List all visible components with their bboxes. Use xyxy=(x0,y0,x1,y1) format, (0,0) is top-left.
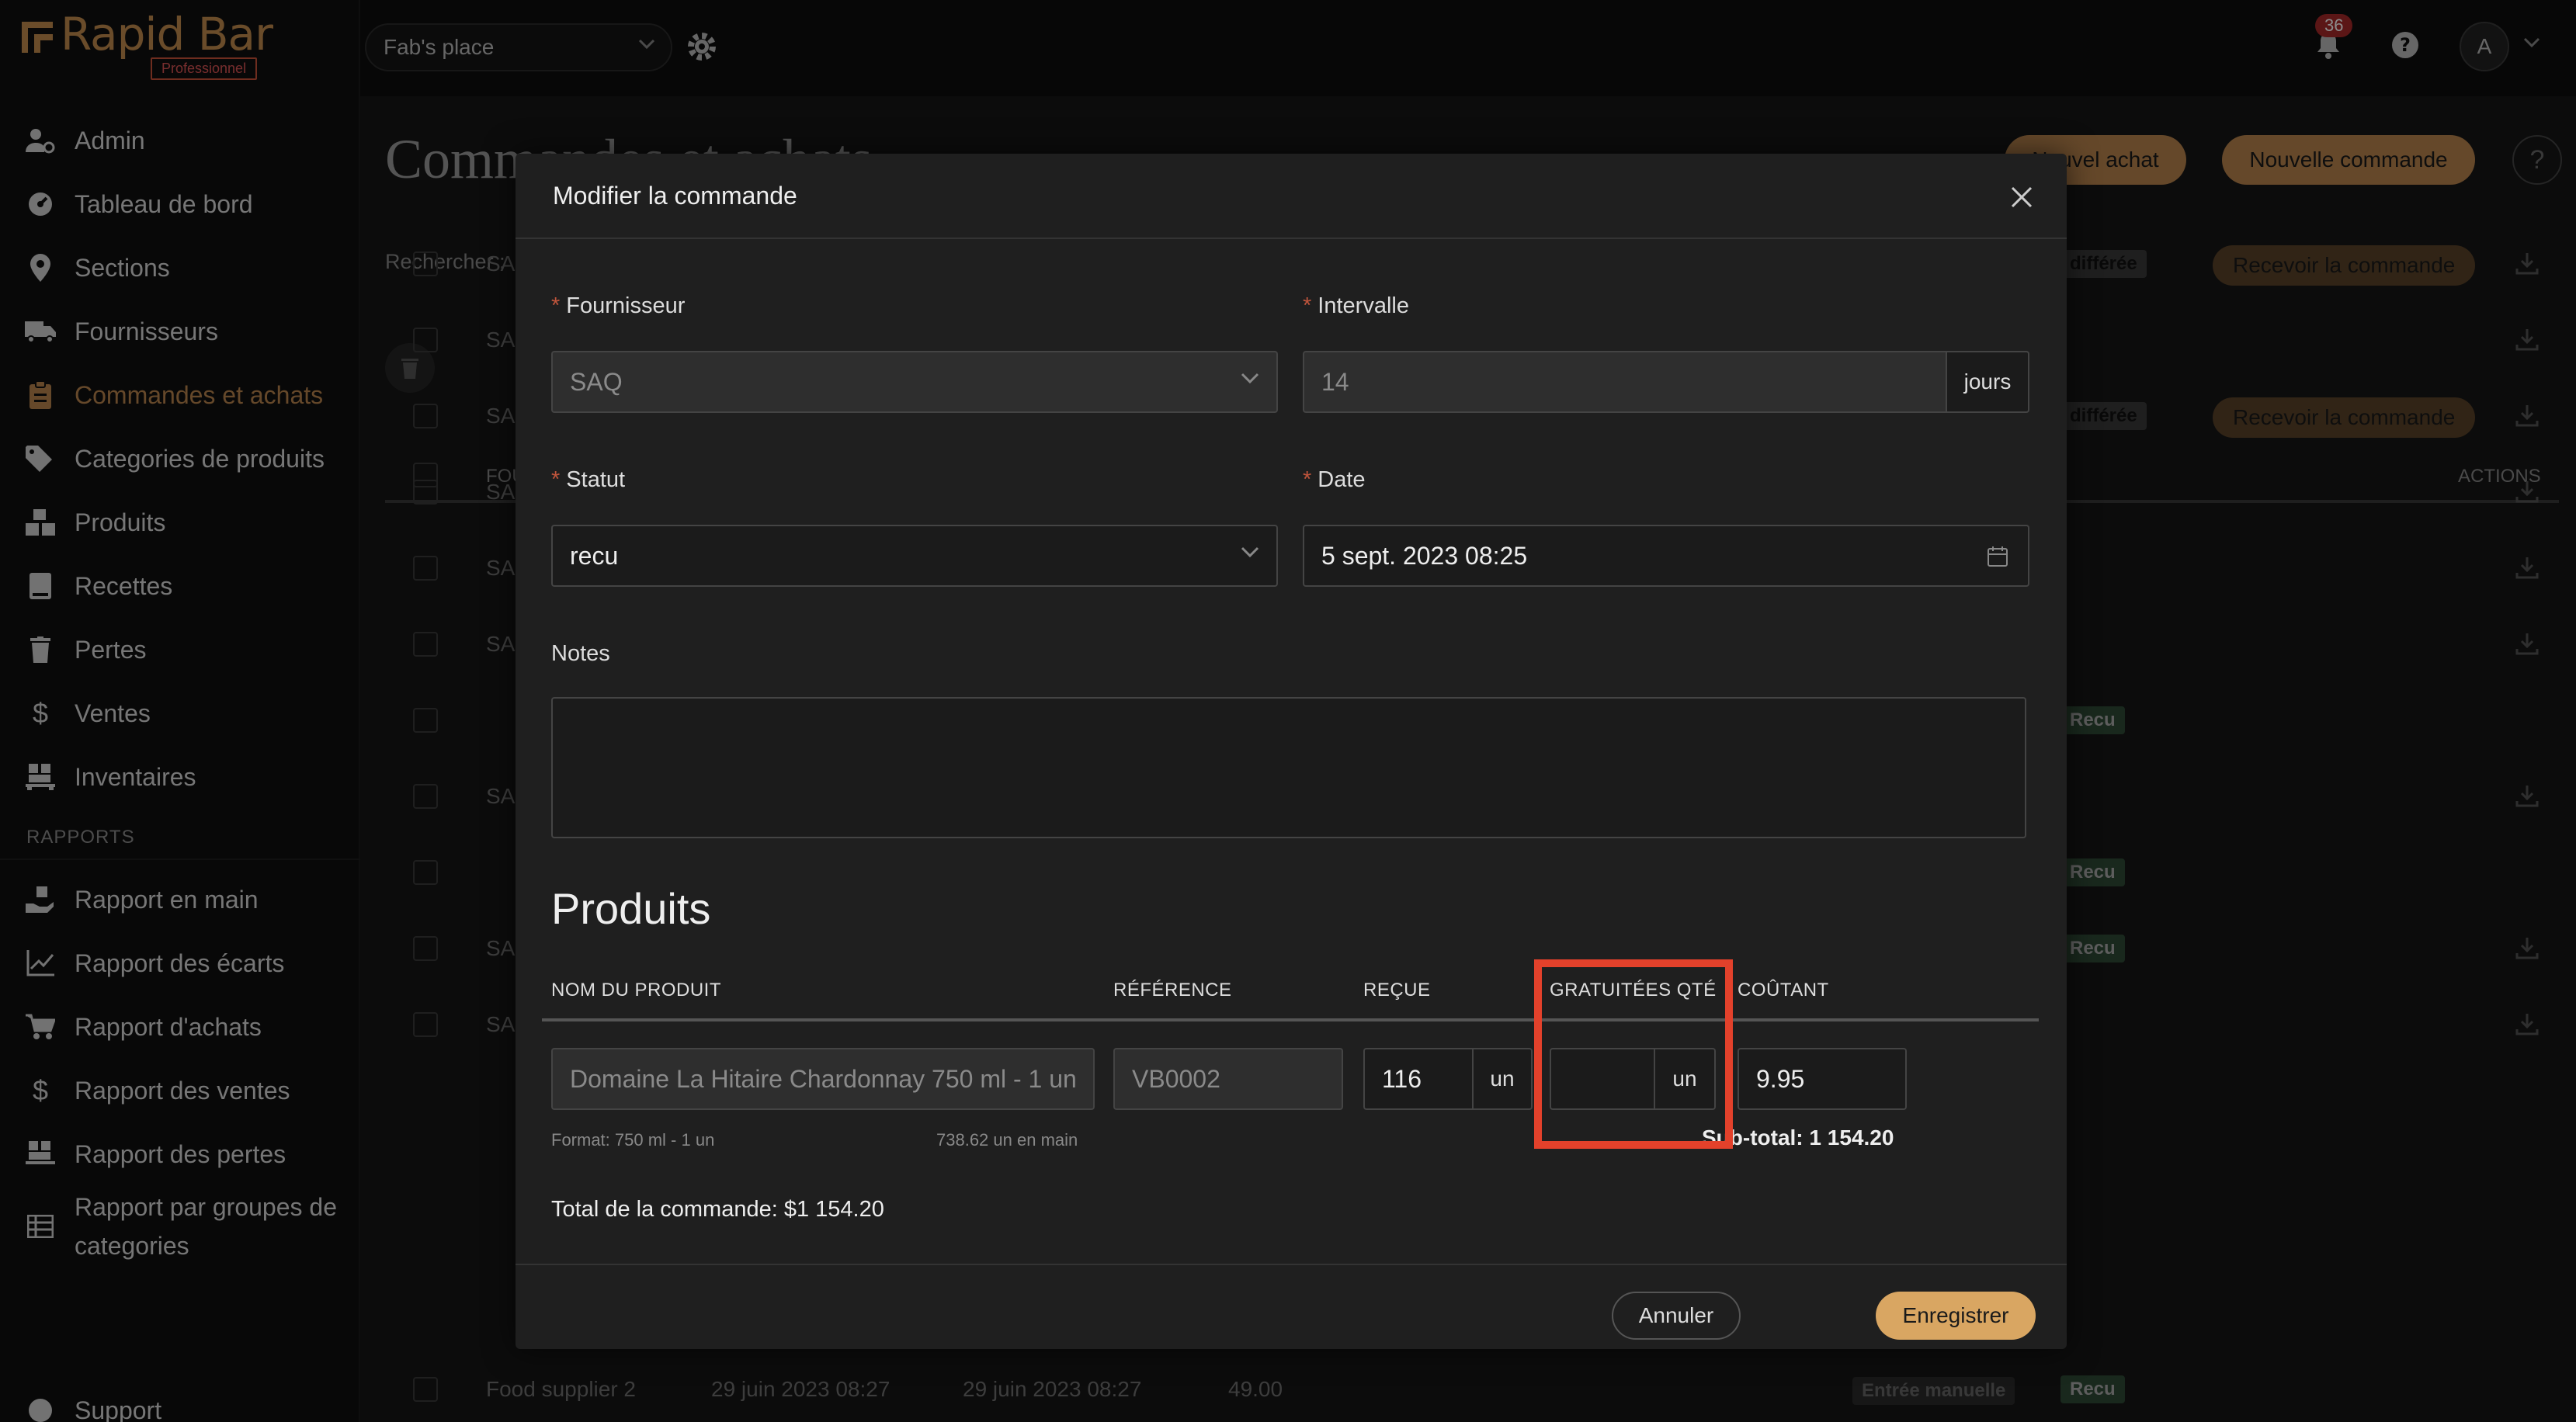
interval-label: * Intervalle xyxy=(1303,293,1409,318)
status-label: * Statut xyxy=(551,467,626,492)
status-select-value: recu xyxy=(570,541,619,570)
product-name-value: Domaine La Hitaire Chardonnay 750 ml - 1… xyxy=(570,1064,1077,1093)
notes-label: Notes xyxy=(551,641,610,666)
divider xyxy=(542,1018,2039,1021)
interval-value: 14 xyxy=(1321,367,1349,396)
modal-footer: Annuler Enregistrer xyxy=(516,1264,2067,1349)
order-total: Total de la commande: $1 154.20 xyxy=(551,1197,884,1222)
supplier-select-value: SAQ xyxy=(570,367,623,396)
cancel-button[interactable]: Annuler xyxy=(1612,1292,1741,1340)
supplier-select[interactable]: SAQ xyxy=(551,351,1278,413)
received-qty-input[interactable]: 116 xyxy=(1363,1048,1474,1110)
app-root: Rapid Bar Professionnel Admin Tableau de… xyxy=(0,0,2576,1422)
col-reference: RÉFÉRENCE xyxy=(1113,980,1232,1001)
modal-header: Modifier la commande xyxy=(516,154,2067,239)
close-icon[interactable] xyxy=(2009,185,2034,210)
date-label: * Date xyxy=(1303,467,1366,492)
col-cost: COÛTANT xyxy=(1738,980,1829,1001)
notes-textarea[interactable] xyxy=(551,697,2026,838)
date-value: 5 sept. 2023 08:25 xyxy=(1321,541,1528,570)
chevron-down-icon xyxy=(1241,373,1259,384)
edit-order-modal: Modifier la commande * Fournisseur SAQ * I… xyxy=(516,154,2067,1349)
status-select[interactable]: recu xyxy=(551,525,1278,587)
reference-input[interactable]: VB0002 xyxy=(1113,1048,1343,1110)
free-qty-highlight-box xyxy=(1534,959,1733,1149)
interval-unit: jours xyxy=(1946,351,2029,413)
save-button[interactable]: Enregistrer xyxy=(1876,1292,2036,1340)
reference-value: VB0002 xyxy=(1132,1064,1220,1093)
format-hint: Format: 750 ml - 1 un xyxy=(551,1130,715,1150)
received-qty-value: 116 xyxy=(1382,1064,1422,1093)
col-received: REÇUE xyxy=(1363,980,1431,1001)
modal-title: Modifier la commande xyxy=(553,182,797,210)
col-product-name: NOM DU PRODUIT xyxy=(551,980,721,1001)
products-heading: Produits xyxy=(551,884,711,933)
cost-input[interactable]: 9.95 xyxy=(1738,1048,1907,1110)
date-picker[interactable]: 5 sept. 2023 08:25 xyxy=(1303,525,2029,587)
supplier-label: * Fournisseur xyxy=(551,293,686,318)
chevron-down-icon xyxy=(1241,546,1259,558)
cost-value: 9.95 xyxy=(1756,1064,1805,1093)
product-name-input[interactable]: Domaine La Hitaire Chardonnay 750 ml - 1… xyxy=(551,1048,1095,1110)
received-unit: un xyxy=(1472,1048,1533,1110)
on-hand-hint: 738.62 un en main xyxy=(936,1130,1078,1150)
interval-input[interactable]: 14 xyxy=(1303,351,1947,413)
calendar-icon xyxy=(1988,546,2008,567)
